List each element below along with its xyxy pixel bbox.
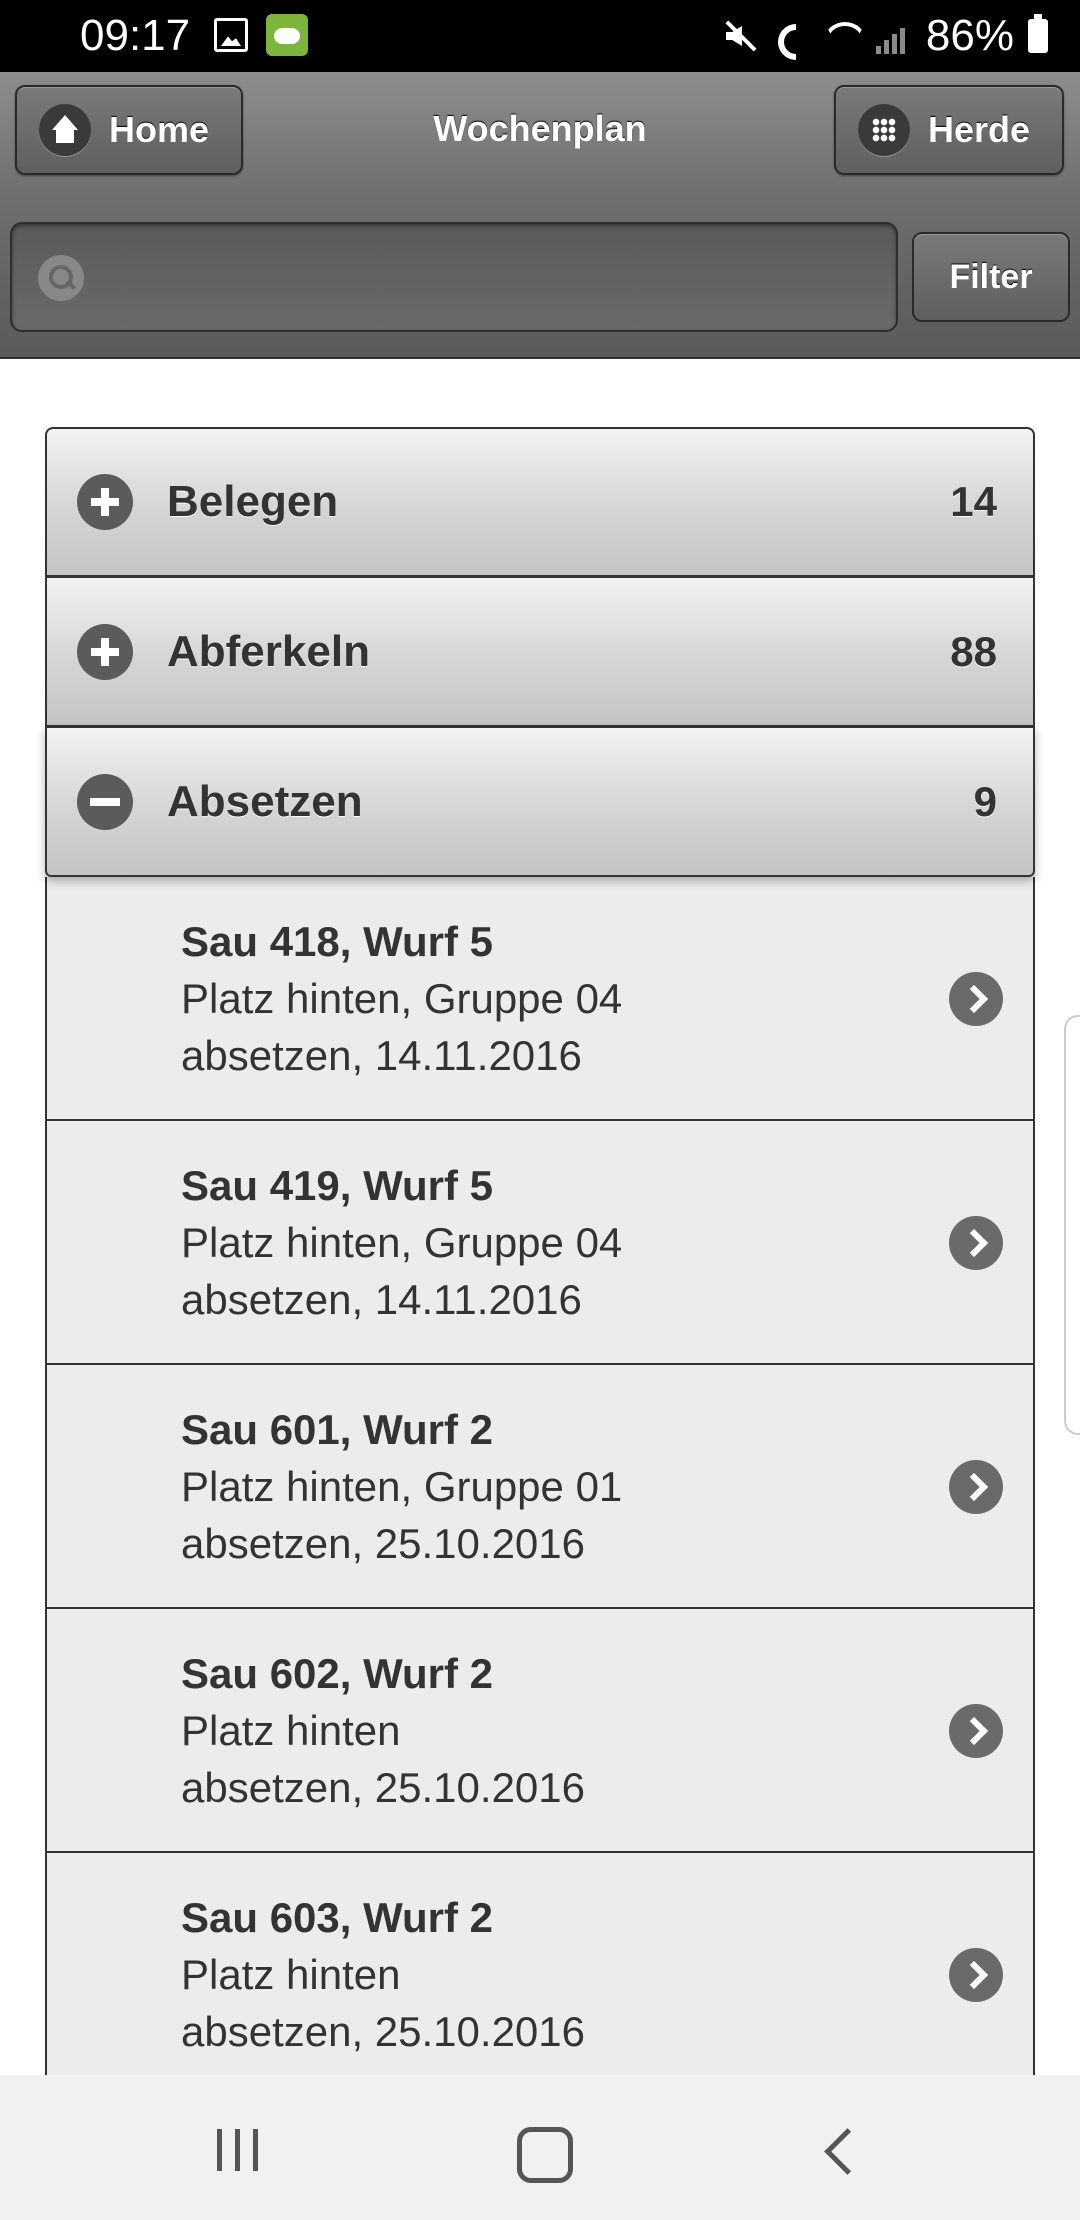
item-location: Platz hinten, Gruppe 04 xyxy=(181,975,623,1022)
recent-apps-button[interactable] xyxy=(193,2115,283,2185)
filter-button[interactable]: Filter xyxy=(912,232,1070,322)
list-item[interactable]: Sau 419, Wurf 5 Platz hinten, Gruppe 04 … xyxy=(45,1121,1035,1365)
home-nav-button[interactable] xyxy=(495,2115,585,2185)
app-notification-icon xyxy=(266,14,308,56)
search-icon xyxy=(38,255,84,301)
mute-icon xyxy=(722,18,758,54)
week-plan-list: Belegen 14 Abferkeln 88 Absetzen 9 Sau 4… xyxy=(45,427,1035,2075)
system-nav-bar xyxy=(0,2075,1080,2220)
search-input[interactable] xyxy=(102,244,882,314)
app-header: Home Wochenplan Herde Filter xyxy=(0,72,1080,359)
list-item-text: Sau 419, Wurf 5 Platz hinten, Gruppe 04 … xyxy=(181,1157,622,1328)
grid-icon xyxy=(858,104,910,156)
battery-icon xyxy=(1028,14,1048,53)
item-location: Platz hinten xyxy=(181,1951,401,1998)
signal-icon xyxy=(875,18,912,54)
item-date: absetzen, 25.10.2016 xyxy=(181,2008,586,2055)
main-content: Belegen 14 Abferkeln 88 Absetzen 9 Sau 4… xyxy=(0,361,1080,2075)
section-label: Absetzen xyxy=(167,776,363,826)
section-count: 88 xyxy=(950,627,997,675)
home-icon xyxy=(39,104,91,156)
item-location: Platz hinten, Gruppe 01 xyxy=(181,1463,623,1510)
list-item-text: Sau 602, Wurf 2 Platz hinten absetzen, 2… xyxy=(181,1645,585,1816)
section-count: 9 xyxy=(973,777,997,825)
section-abferkeln[interactable]: Abferkeln 88 xyxy=(45,577,1035,727)
item-title: Sau 418, Wurf 5 xyxy=(181,918,494,965)
chevron-right-icon[interactable] xyxy=(949,1948,1003,2002)
chevron-right-icon[interactable] xyxy=(949,1460,1003,1514)
item-location: Platz hinten xyxy=(181,1707,401,1754)
section-label: Abferkeln xyxy=(167,626,370,676)
chevron-right-icon[interactable] xyxy=(949,1704,1003,1758)
herde-button[interactable]: Herde xyxy=(834,85,1064,175)
home-button-label: Home xyxy=(109,109,210,150)
item-date: absetzen, 25.10.2016 xyxy=(181,1764,586,1811)
section-absetzen[interactable]: Absetzen 9 xyxy=(45,727,1035,877)
herde-button-label: Herde xyxy=(928,109,1031,150)
item-date: absetzen, 14.11.2016 xyxy=(181,1276,582,1323)
section-label: Belegen xyxy=(167,477,339,526)
chevron-right-icon[interactable] xyxy=(949,1216,1003,1270)
item-title: Sau 419, Wurf 5 xyxy=(181,1162,494,1209)
plus-icon xyxy=(77,623,133,680)
image-notification-icon xyxy=(214,18,248,52)
wifi-icon xyxy=(822,18,862,54)
list-item-text: Sau 603, Wurf 2 Platz hinten absetzen, 2… xyxy=(181,1889,585,2060)
list-item[interactable]: Sau 601, Wurf 2 Platz hinten, Gruppe 01 … xyxy=(45,1365,1035,1609)
search-bar[interactable] xyxy=(10,222,898,332)
item-title: Sau 601, Wurf 2 xyxy=(181,1406,494,1453)
status-bar: 09:17 86% xyxy=(0,0,1080,72)
section-count: 14 xyxy=(950,478,997,525)
item-title: Sau 602, Wurf 2 xyxy=(181,1650,494,1697)
battery-percent: 86% xyxy=(925,11,1014,60)
chevron-right-icon[interactable] xyxy=(949,972,1003,1026)
back-button[interactable] xyxy=(797,2115,887,2185)
list-item[interactable]: Sau 602, Wurf 2 Platz hinten absetzen, 2… xyxy=(45,1609,1035,1853)
home-button[interactable]: Home xyxy=(15,85,243,175)
list-item-text: Sau 601, Wurf 2 Platz hinten, Gruppe 01 … xyxy=(181,1401,622,1572)
list-item-text: Sau 418, Wurf 5 Platz hinten, Gruppe 04 … xyxy=(181,913,622,1084)
item-location: Platz hinten, Gruppe 04 xyxy=(181,1219,623,1266)
status-time: 09:17 xyxy=(80,11,191,60)
page-title: Wochenplan xyxy=(433,108,647,149)
list-item[interactable]: Sau 603, Wurf 2 Platz hinten absetzen, 2… xyxy=(45,1853,1035,2075)
plus-icon xyxy=(77,474,133,530)
side-panel-handle[interactable] xyxy=(1064,1015,1080,1435)
wifi-call-icon xyxy=(772,18,808,54)
minus-icon xyxy=(77,773,133,830)
list-item[interactable]: Sau 418, Wurf 5 Platz hinten, Gruppe 04 … xyxy=(45,877,1035,1121)
item-title: Sau 603, Wurf 2 xyxy=(181,1894,494,1941)
item-date: absetzen, 25.10.2016 xyxy=(181,1520,586,1567)
item-date: absetzen, 14.11.2016 xyxy=(181,1032,582,1079)
section-belegen[interactable]: Belegen 14 xyxy=(45,427,1035,577)
